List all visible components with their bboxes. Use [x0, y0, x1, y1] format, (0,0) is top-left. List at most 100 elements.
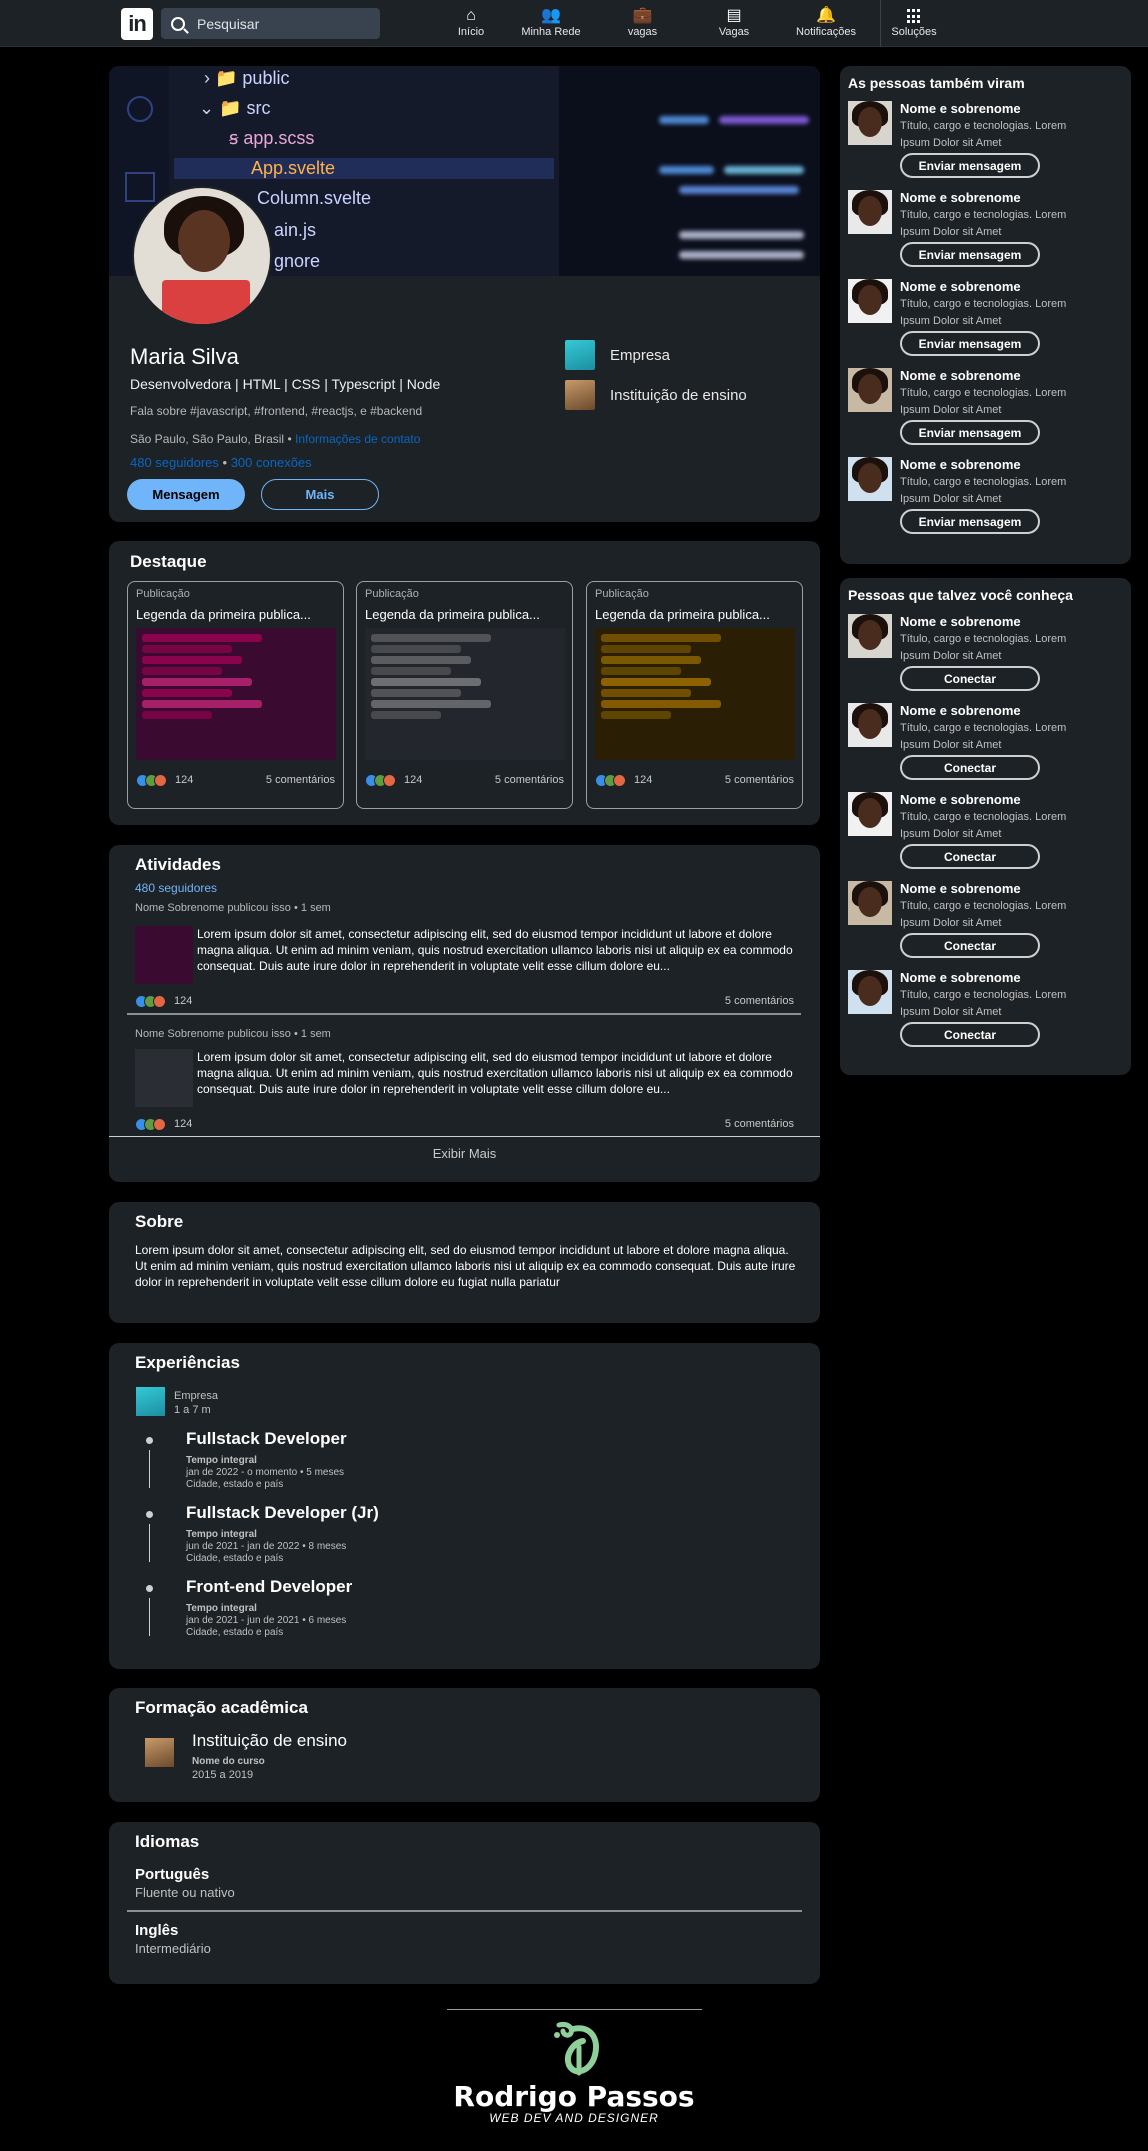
connect-button[interactable]: Conectar: [900, 933, 1040, 958]
about-text: Lorem ipsum dolor sit amet, consectetur …: [135, 1243, 796, 1289]
timeline-line: [149, 1450, 150, 1488]
search-input[interactable]: Pesquisar: [197, 16, 259, 32]
language-level: Fluente ou nativo: [135, 1885, 235, 1900]
post-caption: Legenda da primeira publica...: [595, 607, 770, 622]
send-message-button[interactable]: Enviar mensagem: [900, 509, 1040, 534]
reaction-count[interactable]: 124: [404, 774, 422, 786]
search-bar[interactable]: Pesquisar: [161, 8, 380, 39]
person-avatar[interactable]: [848, 190, 892, 234]
highlight-post-2[interactable]: Publicação Legenda da primeira publica..…: [356, 581, 573, 809]
comment-count[interactable]: 5 comentários: [725, 774, 794, 786]
person-name[interactable]: Nome e sobrenome: [900, 881, 1021, 896]
nav-network[interactable]: 👥 Minha Rede: [520, 6, 582, 42]
reaction-icons: [136, 773, 167, 787]
person-avatar[interactable]: [848, 368, 892, 412]
contact-info-link[interactable]: Informações de contato: [295, 432, 420, 446]
cover-file-public: › 📁 public: [204, 68, 290, 88]
timeline-dot: [146, 1585, 153, 1592]
connections-link[interactable]: 300 conexões: [231, 455, 312, 470]
comment-count[interactable]: 5 comentários: [495, 774, 564, 786]
search-icon: [171, 16, 185, 31]
profile-location-row: São Paulo, São Paulo, Brasil • Informaçõ…: [130, 432, 421, 446]
post-caption: Legenda da primeira publica...: [365, 607, 540, 622]
education-title: Formação acadêmica: [135, 1698, 308, 1717]
comment-count[interactable]: 5 comentários: [725, 1118, 794, 1130]
education-school[interactable]: Instituição de ensino: [192, 1731, 347, 1751]
message-button[interactable]: Mensagem: [127, 479, 245, 510]
send-message-button[interactable]: Enviar mensagem: [900, 242, 1040, 267]
profile-name: Maria Silva: [130, 344, 239, 369]
nav-jobs[interactable]: 💼 vagas: [620, 6, 665, 42]
education-card: Formação acadêmica Instituição de ensino…: [109, 1688, 820, 1802]
bell-icon: 🔔: [816, 7, 836, 24]
profile-location: São Paulo, São Paulo, Brasil: [130, 432, 285, 446]
person-name[interactable]: Nome e sobrenome: [900, 190, 1021, 205]
highlight-post-3[interactable]: Publicação Legenda da primeira publica..…: [586, 581, 803, 809]
person-name[interactable]: Nome e sobrenome: [900, 279, 1021, 294]
person-avatar[interactable]: [848, 881, 892, 925]
nav-home[interactable]: ⌂ Início: [446, 6, 496, 42]
activity-followers-link[interactable]: 480 seguidores: [135, 881, 217, 895]
nav-notifications[interactable]: 🔔 Notificações: [793, 6, 859, 42]
person-description: Título, cargo e tecnologias. Lorem Ipsum…: [900, 387, 1067, 416]
highlights-title: Destaque: [130, 552, 207, 571]
send-message-button[interactable]: Enviar mensagem: [900, 420, 1040, 445]
show-more-button[interactable]: Exibir Mais: [109, 1146, 820, 1161]
top-navbar: in Pesquisar ⌂ Início 👥 Minha Rede 💼 vag…: [0, 0, 1148, 47]
highlight-post-1[interactable]: Publicação Legenda da primeira publica..…: [127, 581, 344, 809]
cover-file-column: Column.svelte: [257, 188, 372, 208]
role-place: Cidade, estado e país: [186, 1553, 284, 1564]
nav-messages[interactable]: ▤ Vagas: [713, 6, 755, 42]
linkedin-logo[interactable]: in: [121, 8, 153, 40]
connect-button[interactable]: Conectar: [900, 755, 1040, 780]
activity-footer: 124 5 comentários: [135, 994, 794, 1008]
person-avatar[interactable]: [848, 279, 892, 323]
reaction-count[interactable]: 124: [174, 995, 192, 1007]
connect-button[interactable]: Conectar: [900, 844, 1040, 869]
reaction-count[interactable]: 124: [634, 774, 652, 786]
more-button[interactable]: Mais: [261, 479, 379, 510]
person-name[interactable]: Nome e sobrenome: [900, 101, 1021, 116]
person-name[interactable]: Nome e sobrenome: [900, 368, 1021, 383]
person-name[interactable]: Nome e sobrenome: [900, 970, 1021, 985]
experience-card: Experiências Empresa 1 a 7 m Fullstack D…: [109, 1343, 820, 1669]
nav-solutions[interactable]: Soluções: [889, 6, 939, 42]
profile-avatar[interactable]: [132, 186, 272, 326]
language-name: Português: [135, 1866, 210, 1883]
timeline-line: [149, 1524, 150, 1562]
person-name[interactable]: Nome e sobrenome: [900, 792, 1021, 807]
person-name[interactable]: Nome e sobrenome: [900, 703, 1021, 718]
reaction-icons: [135, 1117, 166, 1131]
person-avatar[interactable]: [848, 792, 892, 836]
followers-link[interactable]: 480 seguidores: [130, 455, 219, 470]
activity-footer: 124 5 comentários: [135, 1117, 794, 1131]
post-image: [136, 628, 336, 760]
send-message-button[interactable]: Enviar mensagem: [900, 153, 1040, 178]
comment-count[interactable]: 5 comentários: [725, 995, 794, 1007]
person-avatar[interactable]: [848, 703, 892, 747]
role-type: Tempo integral: [186, 1603, 257, 1614]
person-avatar[interactable]: [848, 101, 892, 145]
person-avatar[interactable]: [848, 614, 892, 658]
activity-thumbnail[interactable]: [135, 1049, 193, 1107]
profile-school[interactable]: Instituição de ensino: [565, 380, 747, 410]
education-years: 2015 a 2019: [192, 1769, 254, 1781]
profile-company[interactable]: Empresa: [565, 340, 670, 370]
activity-text[interactable]: Lorem ipsum dolor sit amet, consectetur …: [197, 926, 797, 974]
activity-text[interactable]: Lorem ipsum dolor sit amet, consectetur …: [197, 1049, 797, 1097]
experience-company[interactable]: Empresa: [174, 1390, 218, 1402]
reaction-count[interactable]: 124: [175, 774, 193, 786]
send-message-button[interactable]: Enviar mensagem: [900, 331, 1040, 356]
person-name[interactable]: Nome e sobrenome: [900, 457, 1021, 472]
timeline-line: [149, 1598, 150, 1636]
activity-thumbnail[interactable]: [135, 926, 193, 984]
person-avatar[interactable]: [848, 970, 892, 1014]
home-icon: ⌂: [466, 7, 476, 24]
reaction-count[interactable]: 124: [174, 1118, 192, 1130]
person-avatar[interactable]: [848, 457, 892, 501]
activity-card: Atividades 480 seguidores Nome Sobrenome…: [109, 845, 820, 1182]
person-name[interactable]: Nome e sobrenome: [900, 614, 1021, 629]
comment-count[interactable]: 5 comentários: [266, 774, 335, 786]
connect-button[interactable]: Conectar: [900, 1022, 1040, 1047]
connect-button[interactable]: Conectar: [900, 666, 1040, 691]
